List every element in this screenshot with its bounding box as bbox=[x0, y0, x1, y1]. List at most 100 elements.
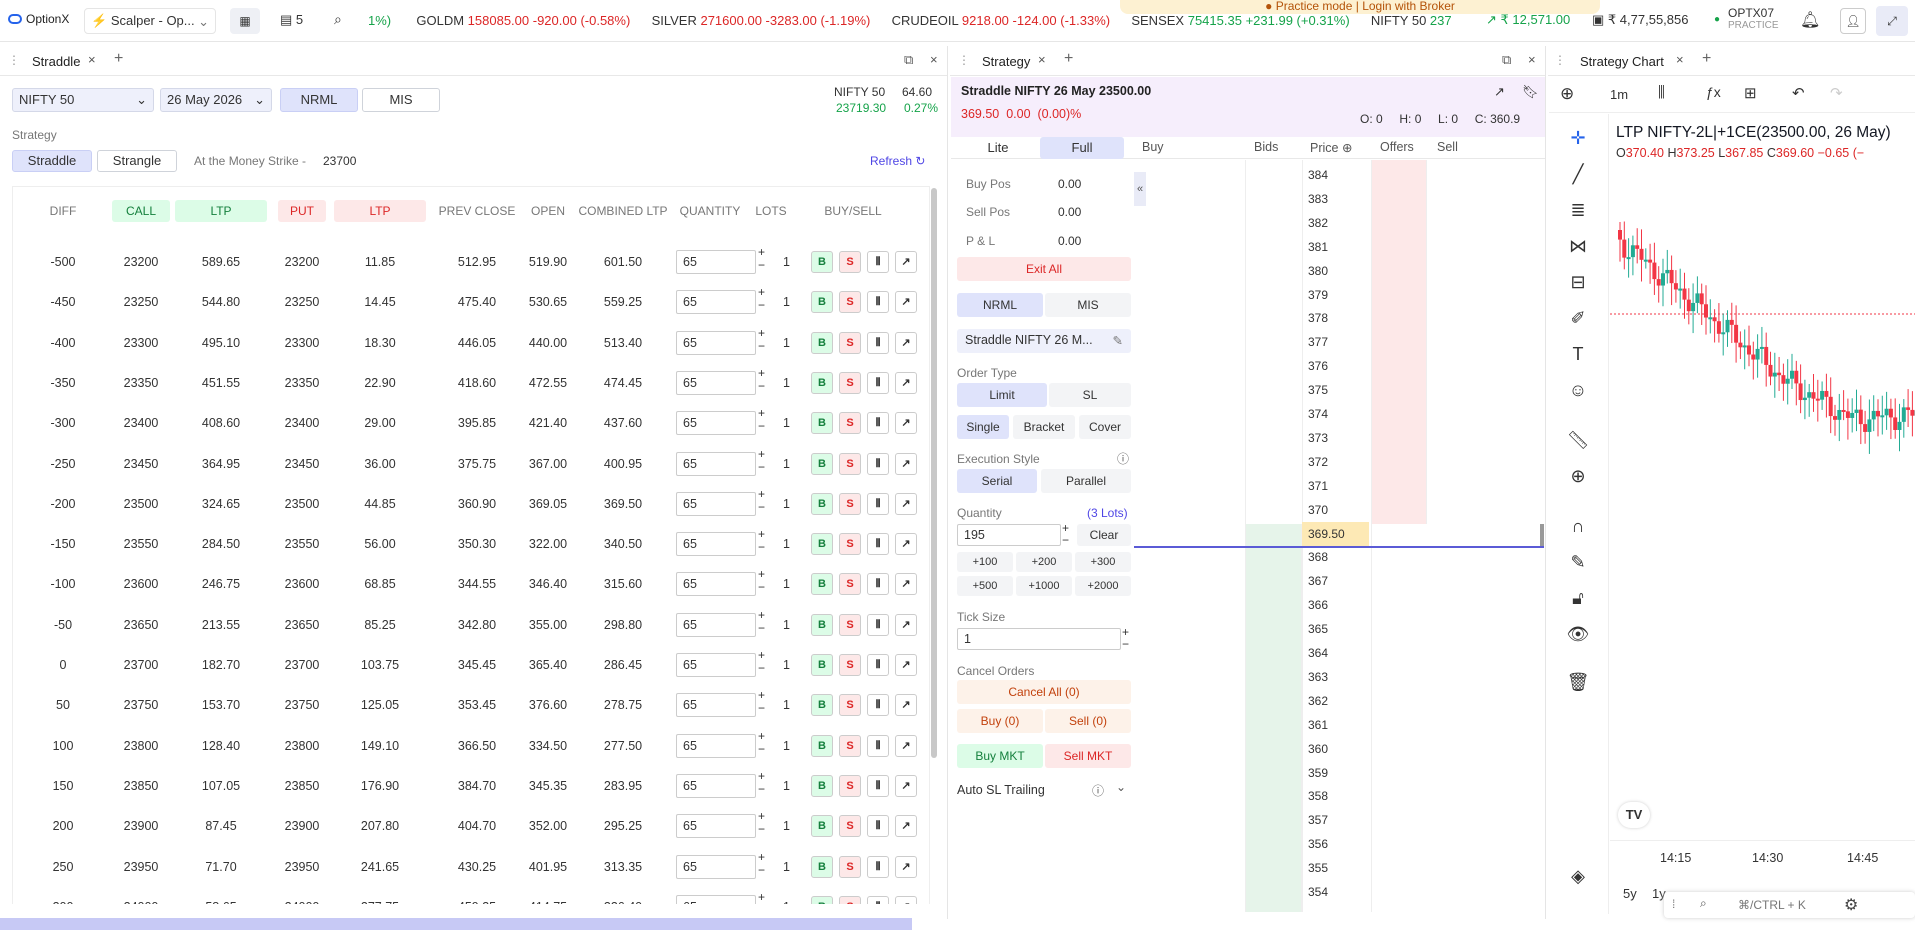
search-icon[interactable]: ⌕ bbox=[334, 11, 342, 28]
login-broker-link[interactable]: Login with Broker bbox=[1362, 0, 1455, 13]
mis-button[interactable]: MIS bbox=[1045, 293, 1131, 317]
ladder-price[interactable]: 354 bbox=[1302, 880, 1369, 904]
single-button[interactable]: Single bbox=[957, 415, 1009, 439]
quantity-stepper[interactable]: +− bbox=[758, 810, 765, 836]
cancel-buy-button[interactable]: Buy (0) bbox=[957, 709, 1043, 733]
emoji-icon[interactable]: ☺ bbox=[1566, 380, 1590, 401]
info-icon[interactable]: ⓘ bbox=[1092, 782, 1104, 799]
tab-straddle[interactable]: Straddle bbox=[32, 54, 80, 69]
chart-button[interactable]: ↗ bbox=[895, 533, 917, 556]
ladder-price[interactable]: 361 bbox=[1302, 713, 1369, 737]
sell-button[interactable]: S bbox=[839, 774, 861, 797]
trendline-icon[interactable]: ╱ bbox=[1566, 164, 1590, 185]
depth-button[interactable]: ⫴ bbox=[867, 774, 889, 797]
product-nrml-button[interactable]: NRML bbox=[280, 88, 358, 112]
close-tab-icon[interactable]: × bbox=[1676, 52, 1684, 67]
sell-button[interactable]: S bbox=[839, 331, 861, 354]
symbol-select[interactable]: NIFTY 50 ⌄ bbox=[12, 88, 154, 112]
chart-button[interactable]: ↗ bbox=[895, 654, 917, 676]
quantity-input[interactable]: 65 bbox=[676, 612, 756, 637]
tick-size-stepper[interactable]: + − bbox=[1122, 626, 1129, 650]
ladder-price[interactable]: 374 bbox=[1302, 402, 1369, 426]
sell-button[interactable]: S bbox=[839, 492, 861, 515]
depth-button[interactable]: ⫴ bbox=[867, 734, 889, 757]
projection-icon[interactable]: ⊟ bbox=[1566, 272, 1590, 293]
ladder-price[interactable]: 369.50 bbox=[1302, 521, 1369, 546]
expiry-select[interactable]: 26 May 2026 ⌄ bbox=[160, 88, 272, 112]
add-tab-icon[interactable]: + bbox=[1064, 50, 1073, 68]
depth-button[interactable]: ⫴ bbox=[867, 533, 889, 556]
sell-button[interactable]: S bbox=[839, 694, 861, 717]
quantity-stepper[interactable]: +− bbox=[758, 649, 765, 675]
buy-button[interactable]: B bbox=[811, 533, 833, 556]
close-panel-icon[interactable]: × bbox=[1528, 52, 1536, 67]
popout-icon[interactable]: ⧉ bbox=[1502, 52, 1511, 68]
quantity-input[interactable]: 65 bbox=[676, 411, 756, 436]
drag-handle-icon[interactable]: ⋮ bbox=[958, 53, 970, 67]
buy-button[interactable]: B bbox=[811, 815, 833, 838]
depth-button[interactable]: ⫴ bbox=[867, 573, 889, 596]
buy-button[interactable]: B bbox=[811, 895, 833, 904]
ruler-icon[interactable]: 📏︎ bbox=[1566, 430, 1590, 451]
ticker-sensex[interactable]: SENSEX 75415.35 +231.99 (+0.31%) bbox=[1131, 13, 1349, 28]
close-panel-icon[interactable]: × bbox=[930, 52, 938, 67]
buy-market-button[interactable]: Buy MKT bbox=[957, 744, 1043, 768]
chart-button[interactable]: ↗ bbox=[895, 734, 917, 757]
quantity-stepper[interactable]: +− bbox=[758, 487, 765, 514]
ticker-nifty[interactable]: NIFTY 50 237 bbox=[1371, 13, 1452, 28]
bracket-button[interactable]: Bracket bbox=[1013, 415, 1075, 439]
workspace-select[interactable]: ⚡ Scalper - Op... ⌄ bbox=[84, 8, 216, 34]
account-badge[interactable]: ● OPTX07 PRACTICE bbox=[1714, 6, 1779, 31]
cancel-all-button[interactable]: Cancel All (0) bbox=[957, 680, 1131, 704]
quantity-stepper[interactable]: +− bbox=[758, 407, 765, 433]
chevron-down-icon[interactable]: ⌄ bbox=[1116, 780, 1126, 794]
quantity-stepper[interactable]: +− bbox=[758, 769, 765, 796]
buy-button[interactable]: B bbox=[811, 371, 833, 394]
sl-button[interactable]: SL bbox=[1049, 383, 1131, 407]
quantity-input[interactable]: 65 bbox=[676, 814, 756, 839]
quantity-stepper[interactable]: +− bbox=[758, 447, 765, 474]
depth-button[interactable]: ⫴ bbox=[867, 694, 889, 717]
sell-button[interactable]: S bbox=[839, 452, 861, 475]
quantity-input[interactable]: 65 bbox=[676, 491, 756, 516]
buy-button[interactable]: B bbox=[811, 492, 833, 515]
ladder-scrollbar[interactable] bbox=[1540, 524, 1544, 546]
chart-button[interactable]: ↗ bbox=[895, 573, 917, 596]
quantity-stepper[interactable]: +− bbox=[758, 528, 765, 554]
layouts-count[interactable]: ▤ 5 bbox=[280, 12, 303, 28]
sell-button[interactable]: S bbox=[839, 251, 861, 273]
brush-icon[interactable]: ✐ bbox=[1566, 308, 1590, 329]
quantity-stepper[interactable]: +− bbox=[758, 366, 765, 393]
pnl-display[interactable]: ↗ ₹ 12,571.00 bbox=[1486, 12, 1570, 28]
quantity-stepper[interactable]: +− bbox=[758, 850, 765, 877]
clear-button[interactable]: Clear bbox=[1077, 524, 1131, 546]
ladder-price[interactable]: 356 bbox=[1302, 832, 1369, 856]
buy-button[interactable]: B bbox=[811, 251, 833, 273]
ladder-buy-column[interactable] bbox=[1134, 160, 1246, 912]
sell-market-button[interactable]: Sell MKT bbox=[1045, 744, 1131, 768]
depth-button[interactable]: ⫴ bbox=[867, 251, 889, 273]
fullscreen-button[interactable]: ⤢ bbox=[1876, 6, 1908, 36]
ladder-price[interactable]: 379 bbox=[1302, 283, 1369, 307]
close-tab-icon[interactable]: × bbox=[88, 52, 96, 67]
fib-icon[interactable]: ≣ bbox=[1566, 200, 1590, 221]
center-icon[interactable]: ⊕ bbox=[1342, 141, 1352, 155]
buy-button[interactable]: B bbox=[811, 734, 833, 757]
edit-icon[interactable]: ✎ bbox=[1113, 333, 1123, 348]
quantity-input[interactable]: 65 bbox=[676, 733, 756, 758]
sell-button[interactable]: S bbox=[839, 815, 861, 838]
tab-strategy-chart[interactable]: Strategy Chart bbox=[1580, 54, 1664, 69]
ladder-price[interactable]: 383 bbox=[1302, 187, 1369, 211]
bell-icon[interactable]: 🔔︎ bbox=[1800, 10, 1820, 30]
depth-button[interactable]: ⫴ bbox=[867, 855, 889, 878]
lock-drawings-icon[interactable]: ✎ bbox=[1566, 552, 1590, 573]
buy-button[interactable]: B bbox=[811, 291, 833, 314]
add-symbol-icon[interactable]: ⊕ bbox=[1560, 84, 1574, 104]
ladder-price[interactable]: 358 bbox=[1302, 784, 1369, 808]
qty-add-300[interactable]: +300 bbox=[1075, 552, 1131, 572]
app-logo[interactable]: OptionX bbox=[8, 12, 69, 26]
chart-button[interactable]: ↗ bbox=[895, 331, 917, 354]
drag-handle-icon[interactable]: ⋮ bbox=[8, 53, 20, 67]
quantity-input[interactable]: 65 bbox=[676, 773, 756, 798]
quantity-stepper[interactable]: +− bbox=[758, 568, 765, 594]
